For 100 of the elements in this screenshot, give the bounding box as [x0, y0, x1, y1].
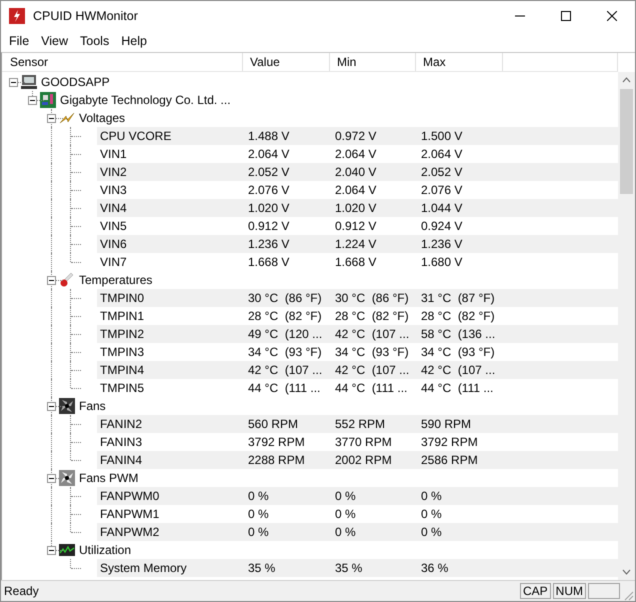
sensor-min: 44 °C (111 ... — [334, 380, 408, 397]
sensor-max: 0 % — [420, 488, 443, 505]
sensor-name: FANPWM0 — [99, 488, 160, 505]
menu-item[interactable]: File — [3, 34, 36, 48]
sensor-min: 42 °C (107 ... — [334, 362, 410, 379]
window-title: CPUID HWMonitor — [33, 8, 139, 22]
minus-icon — [10, 79, 17, 86]
sensor-value: 34 °C (93 °F) — [247, 344, 323, 361]
sensor-row[interactable]: CPU VCORE 1.488 V 0.972 V 1.500 V — [97, 127, 618, 145]
collapse-toggle[interactable] — [9, 78, 18, 87]
sensor-max: 58 °C (136 ... — [420, 326, 496, 343]
tree-node-label[interactable]: Temperatures — [78, 271, 152, 289]
sensor-min: 28 °C (82 °F) — [334, 308, 410, 325]
sensor-max: 28 °C (82 °F) — [420, 308, 496, 325]
sensor-value: 1.020 V — [247, 200, 290, 217]
sensor-row[interactable]: VIN6 1.236 V 1.224 V 1.236 V — [97, 235, 618, 253]
computer-icon — [21, 74, 37, 90]
sensor-max: 0.924 V — [420, 218, 464, 235]
sensor-min: 2002 RPM — [334, 452, 393, 469]
collapse-toggle[interactable] — [47, 474, 56, 483]
sensor-row[interactable]: VIN4 1.020 V 1.020 V 1.044 V — [97, 199, 618, 217]
chevron-down-icon — [622, 569, 631, 575]
sensor-min: 3770 RPM — [334, 434, 393, 451]
sensor-name: TMPIN3 — [99, 344, 146, 361]
minus-icon — [48, 475, 55, 482]
sensor-row[interactable]: FANPWM0 0 % 0 % 0 % — [97, 487, 618, 505]
sensor-value: 2288 RPM — [247, 452, 306, 469]
sensor-row[interactable]: System Memory 35 % 35 % 36 % — [97, 559, 618, 577]
sensor-name: FANPWM1 — [99, 506, 160, 523]
sensor-max: 1.680 V — [420, 254, 464, 271]
sensor-min: 2.064 V — [334, 182, 378, 199]
sensor-value: 560 RPM — [247, 416, 300, 433]
column-header[interactable]: Value — [243, 53, 330, 71]
sensor-name: FANIN4 — [99, 452, 144, 469]
sensor-row[interactable]: VIN2 2.052 V 2.040 V 2.052 V — [97, 163, 618, 181]
resize-grip-icon — [622, 589, 634, 601]
collapse-toggle[interactable] — [28, 96, 37, 105]
sensor-name: System Memory — [99, 560, 188, 577]
tree-node-label[interactable]: GOODSAPP — [40, 73, 110, 91]
fan-icon — [59, 398, 75, 414]
sensor-min: 30 °C (86 °F) — [334, 290, 410, 307]
minus-icon — [48, 115, 55, 122]
collapse-toggle[interactable] — [47, 402, 56, 411]
sensor-row[interactable]: FANIN4 2288 RPM 2002 RPM 2586 RPM — [97, 451, 618, 469]
sensor-name: VIN6 — [99, 236, 128, 253]
sensor-row[interactable]: FANIN2 560 RPM 552 RPM 590 RPM — [97, 415, 618, 433]
tree-node-label[interactable]: Fans — [78, 397, 106, 415]
sensor-value: 35 % — [247, 560, 276, 577]
lightning-icon — [59, 110, 75, 126]
circuit-board-icon — [40, 92, 56, 108]
sensor-max: 42 °C (107 ... — [420, 362, 496, 379]
sensor-max: 2.052 V — [420, 164, 464, 181]
sensor-max: 2.064 V — [420, 146, 464, 163]
menu-item[interactable]: Tools — [74, 34, 116, 48]
scrollbar-thumb[interactable] — [620, 89, 633, 194]
sensor-min: 0 % — [334, 506, 357, 523]
sensor-max: 3792 RPM — [420, 434, 479, 451]
sensor-max: 44 °C (111 ... — [420, 380, 494, 397]
tree-node-label[interactable]: Voltages — [78, 109, 126, 127]
collapse-toggle[interactable] — [47, 276, 56, 285]
sensor-row[interactable]: TMPIN4 42 °C (107 ... 42 °C (107 ... 42 °C (107 ... — [97, 361, 618, 379]
sensor-value: 0.912 V — [247, 218, 290, 235]
sensor-max: 1.500 V — [420, 128, 464, 145]
sensor-max: 31 °C (87 °F) — [420, 290, 496, 307]
app-logo-icon — [9, 8, 25, 24]
minus-icon — [29, 97, 36, 104]
sensor-min: 34 °C (93 °F) — [334, 344, 410, 361]
scrollbar[interactable] — [618, 72, 635, 580]
sensor-max: 36 % — [420, 560, 450, 577]
tree-node-label[interactable]: Gigabyte Technology Co. Ltd. ... — [59, 91, 231, 109]
sensor-value: 3792 RPM — [247, 434, 306, 451]
sensor-min: 2.064 V — [334, 146, 378, 163]
sensor-name: VIN7 — [99, 254, 128, 271]
sensor-name: VIN2 — [99, 164, 128, 181]
tree-node-label[interactable]: Fans PWM — [78, 469, 138, 487]
sensor-max: 1.044 V — [420, 200, 464, 217]
menu-item[interactable]: View — [35, 34, 74, 48]
sensor-min: 42 °C (107 ... — [334, 326, 410, 343]
column-header[interactable]: Sensor — [2, 53, 243, 71]
sensor-name: FANIN3 — [99, 434, 144, 451]
sensor-row[interactable]: FANPWM2 0 % 0 % 0 % — [97, 523, 618, 541]
sensor-min: 0 % — [334, 488, 357, 505]
sensor-row[interactable]: TMPIN2 49 °C (120 ... 42 °C (107 ... 58 °C (136 ... — [97, 325, 618, 343]
sensor-name: VIN5 — [99, 218, 128, 235]
column-header[interactable]: Max — [416, 53, 503, 71]
minus-icon — [48, 277, 55, 284]
thermometer-icon — [59, 272, 75, 288]
sensor-max: 2.076 V — [420, 182, 464, 199]
status-indicator-slot — [588, 583, 620, 599]
tree-node-label[interactable]: Utilization — [78, 541, 132, 559]
sensor-name: VIN1 — [99, 146, 128, 163]
chevron-up-icon — [622, 77, 631, 83]
collapse-toggle[interactable] — [47, 114, 56, 123]
menu-item[interactable]: Help — [115, 34, 153, 48]
column-header[interactable]: Min — [330, 53, 416, 71]
sensor-value: 28 °C (82 °F) — [247, 308, 323, 325]
collapse-toggle[interactable] — [47, 546, 56, 555]
sensor-row[interactable]: TMPIN0 30 °C (86 °F) 30 °C (86 °F) 31 °C (87 °F) — [97, 289, 618, 307]
sensor-max: 0 % — [420, 524, 443, 541]
maximize-icon — [561, 10, 571, 20]
